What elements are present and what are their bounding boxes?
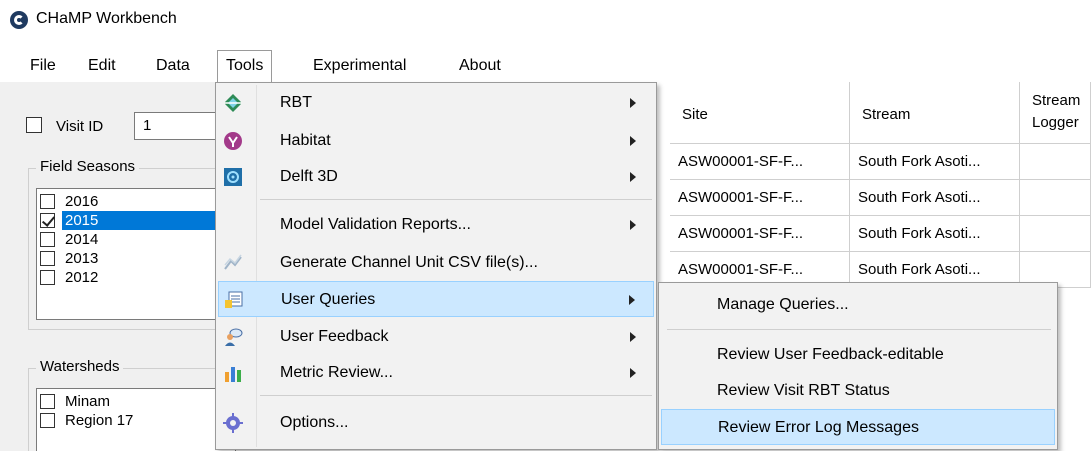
table-cell-stream[interactable]: South Fork Asoti... [850, 144, 1020, 180]
column-header-label: Site [682, 106, 708, 123]
menu-item-user-feedback[interactable]: User Feedback [218, 319, 654, 355]
menu-item-label: Generate Channel Unit CSV file(s)... [280, 254, 538, 271]
channel-unit-icon [224, 254, 242, 270]
submenu-arrow-icon [629, 295, 635, 305]
list-item-label: Minam [65, 393, 111, 410]
table-cell-logger[interactable] [1020, 180, 1091, 216]
column-header-label: Stream [862, 106, 911, 123]
season-2014-checkbox[interactable] [40, 232, 55, 247]
delft-icon [224, 168, 242, 186]
list-item[interactable]: 2015 [37, 211, 235, 230]
title-bar: CHaMP Workbench [0, 0, 1091, 40]
menu-item-delft3d[interactable]: Delft 3D [218, 159, 654, 195]
metric-review-icon [225, 367, 241, 382]
column-header-label: Stream [1032, 92, 1081, 109]
habitat-icon [224, 132, 242, 150]
menu-separator [667, 329, 1051, 330]
menu-about[interactable]: About [451, 52, 509, 80]
list-item[interactable]: Minam [37, 392, 235, 411]
menu-item-user-queries[interactable]: User Queries [218, 281, 654, 317]
season-2012-checkbox[interactable] [40, 270, 55, 285]
watershed-minam-checkbox[interactable] [40, 394, 55, 409]
season-2015-checkbox[interactable] [40, 213, 55, 228]
submenu-item-manage-queries[interactable]: Manage Queries... [661, 287, 1055, 323]
watersheds-list[interactable]: Minam Region 17 [36, 388, 236, 451]
menu-item-label: Review User Feedback-editable [717, 346, 944, 363]
list-item[interactable]: 2012 [37, 268, 235, 287]
menu-item-label: Metric Review... [280, 364, 393, 381]
menu-item-label: RBT [280, 94, 312, 111]
table-cell-site[interactable]: ASW00001-SF-F... [670, 144, 850, 180]
list-item-label: 2014 [65, 231, 99, 248]
table-cell-stream[interactable]: South Fork Asoti... [850, 216, 1020, 252]
menu-separator [260, 395, 652, 396]
menu-item-model-validation-reports[interactable]: Model Validation Reports... [218, 207, 654, 243]
menu-item-options[interactable]: Options... [218, 405, 654, 441]
tools-menu: RBT Habitat Delft 3D Model Validation Re… [215, 82, 657, 450]
column-header-stream[interactable]: Stream [850, 82, 1020, 144]
menu-item-label: User Queries [281, 291, 376, 308]
list-item[interactable]: Region 17 [37, 411, 235, 430]
user-queries-icon [225, 291, 243, 308]
menu-item-label: Model Validation Reports... [280, 216, 471, 233]
list-item-label: 2015 [62, 211, 235, 230]
menu-tools[interactable]: Tools [217, 50, 273, 82]
menu-item-generate-channel-unit-csv[interactable]: Generate Channel Unit CSV file(s)... [218, 245, 654, 281]
user-feedback-icon [225, 328, 243, 346]
menu-item-label: User Feedback [280, 328, 389, 345]
table-cell-logger[interactable] [1020, 216, 1091, 252]
season-2013-checkbox[interactable] [40, 251, 55, 266]
field-seasons-list[interactable]: 2016 2015 2014 2013 2012 [36, 188, 236, 320]
rbt-icon [224, 94, 242, 112]
table-cell-site[interactable]: ASW00001-SF-F... [670, 216, 850, 252]
user-queries-submenu: Manage Queries... Review User Feedback-e… [658, 282, 1058, 450]
app-logo-icon [10, 11, 28, 29]
table-cell-logger[interactable] [1020, 144, 1091, 180]
submenu-item-review-error-log[interactable]: Review Error Log Messages [661, 409, 1055, 445]
list-item-label: 2016 [65, 193, 99, 210]
menu-edit[interactable]: Edit [80, 52, 124, 80]
menu-item-label: Review Visit RBT Status [717, 382, 890, 399]
column-header-site[interactable]: Site [670, 82, 850, 144]
menu-item-habitat[interactable]: Habitat [218, 123, 654, 159]
watersheds-title: Watersheds [36, 358, 124, 375]
menu-item-label: Options... [280, 414, 349, 431]
submenu-arrow-icon [630, 220, 636, 230]
menu-data[interactable]: Data [148, 52, 198, 80]
visit-id-label: Visit ID [56, 118, 104, 135]
submenu-arrow-icon [630, 98, 636, 108]
submenu-item-review-visit-rbt-status[interactable]: Review Visit RBT Status [661, 373, 1055, 409]
menu-separator [260, 199, 652, 200]
menu-bar: File Edit Data Tools Experimental About [0, 46, 1091, 82]
season-2016-checkbox[interactable] [40, 194, 55, 209]
menu-item-label: Habitat [280, 132, 331, 149]
gear-icon [223, 413, 243, 433]
menu-item-label: Delft 3D [280, 168, 338, 185]
menu-file[interactable]: File [22, 52, 64, 80]
menu-item-metric-review[interactable]: Metric Review... [218, 355, 654, 391]
table-cell-stream[interactable]: South Fork Asoti... [850, 180, 1020, 216]
submenu-arrow-icon [630, 172, 636, 182]
visit-id-checkbox[interactable] [26, 117, 42, 133]
submenu-arrow-icon [630, 332, 636, 342]
table-cell-site[interactable]: ASW00001-SF-F... [670, 180, 850, 216]
menu-item-label: Review Error Log Messages [718, 419, 919, 436]
submenu-arrow-icon [630, 136, 636, 146]
column-header-label: Logger [1032, 114, 1079, 131]
field-seasons-title: Field Seasons [36, 158, 140, 175]
menu-item-label: Manage Queries... [717, 296, 849, 313]
submenu-item-review-user-feedback[interactable]: Review User Feedback-editable [661, 337, 1055, 373]
watershed-region17-checkbox[interactable] [40, 413, 55, 428]
menu-experimental[interactable]: Experimental [305, 52, 414, 80]
submenu-arrow-icon [630, 368, 636, 378]
list-item[interactable]: 2013 [37, 249, 235, 268]
column-header-stream-logger[interactable]: Stream Logger [1020, 82, 1091, 144]
list-item-label: 2012 [65, 269, 99, 286]
list-item[interactable]: 2016 [37, 192, 235, 211]
list-item-label: Region 17 [65, 412, 134, 429]
list-item-label: 2013 [65, 250, 99, 267]
list-item[interactable]: 2014 [37, 230, 235, 249]
menu-item-rbt[interactable]: RBT [218, 85, 654, 121]
window-title: CHaMP Workbench [36, 10, 177, 27]
